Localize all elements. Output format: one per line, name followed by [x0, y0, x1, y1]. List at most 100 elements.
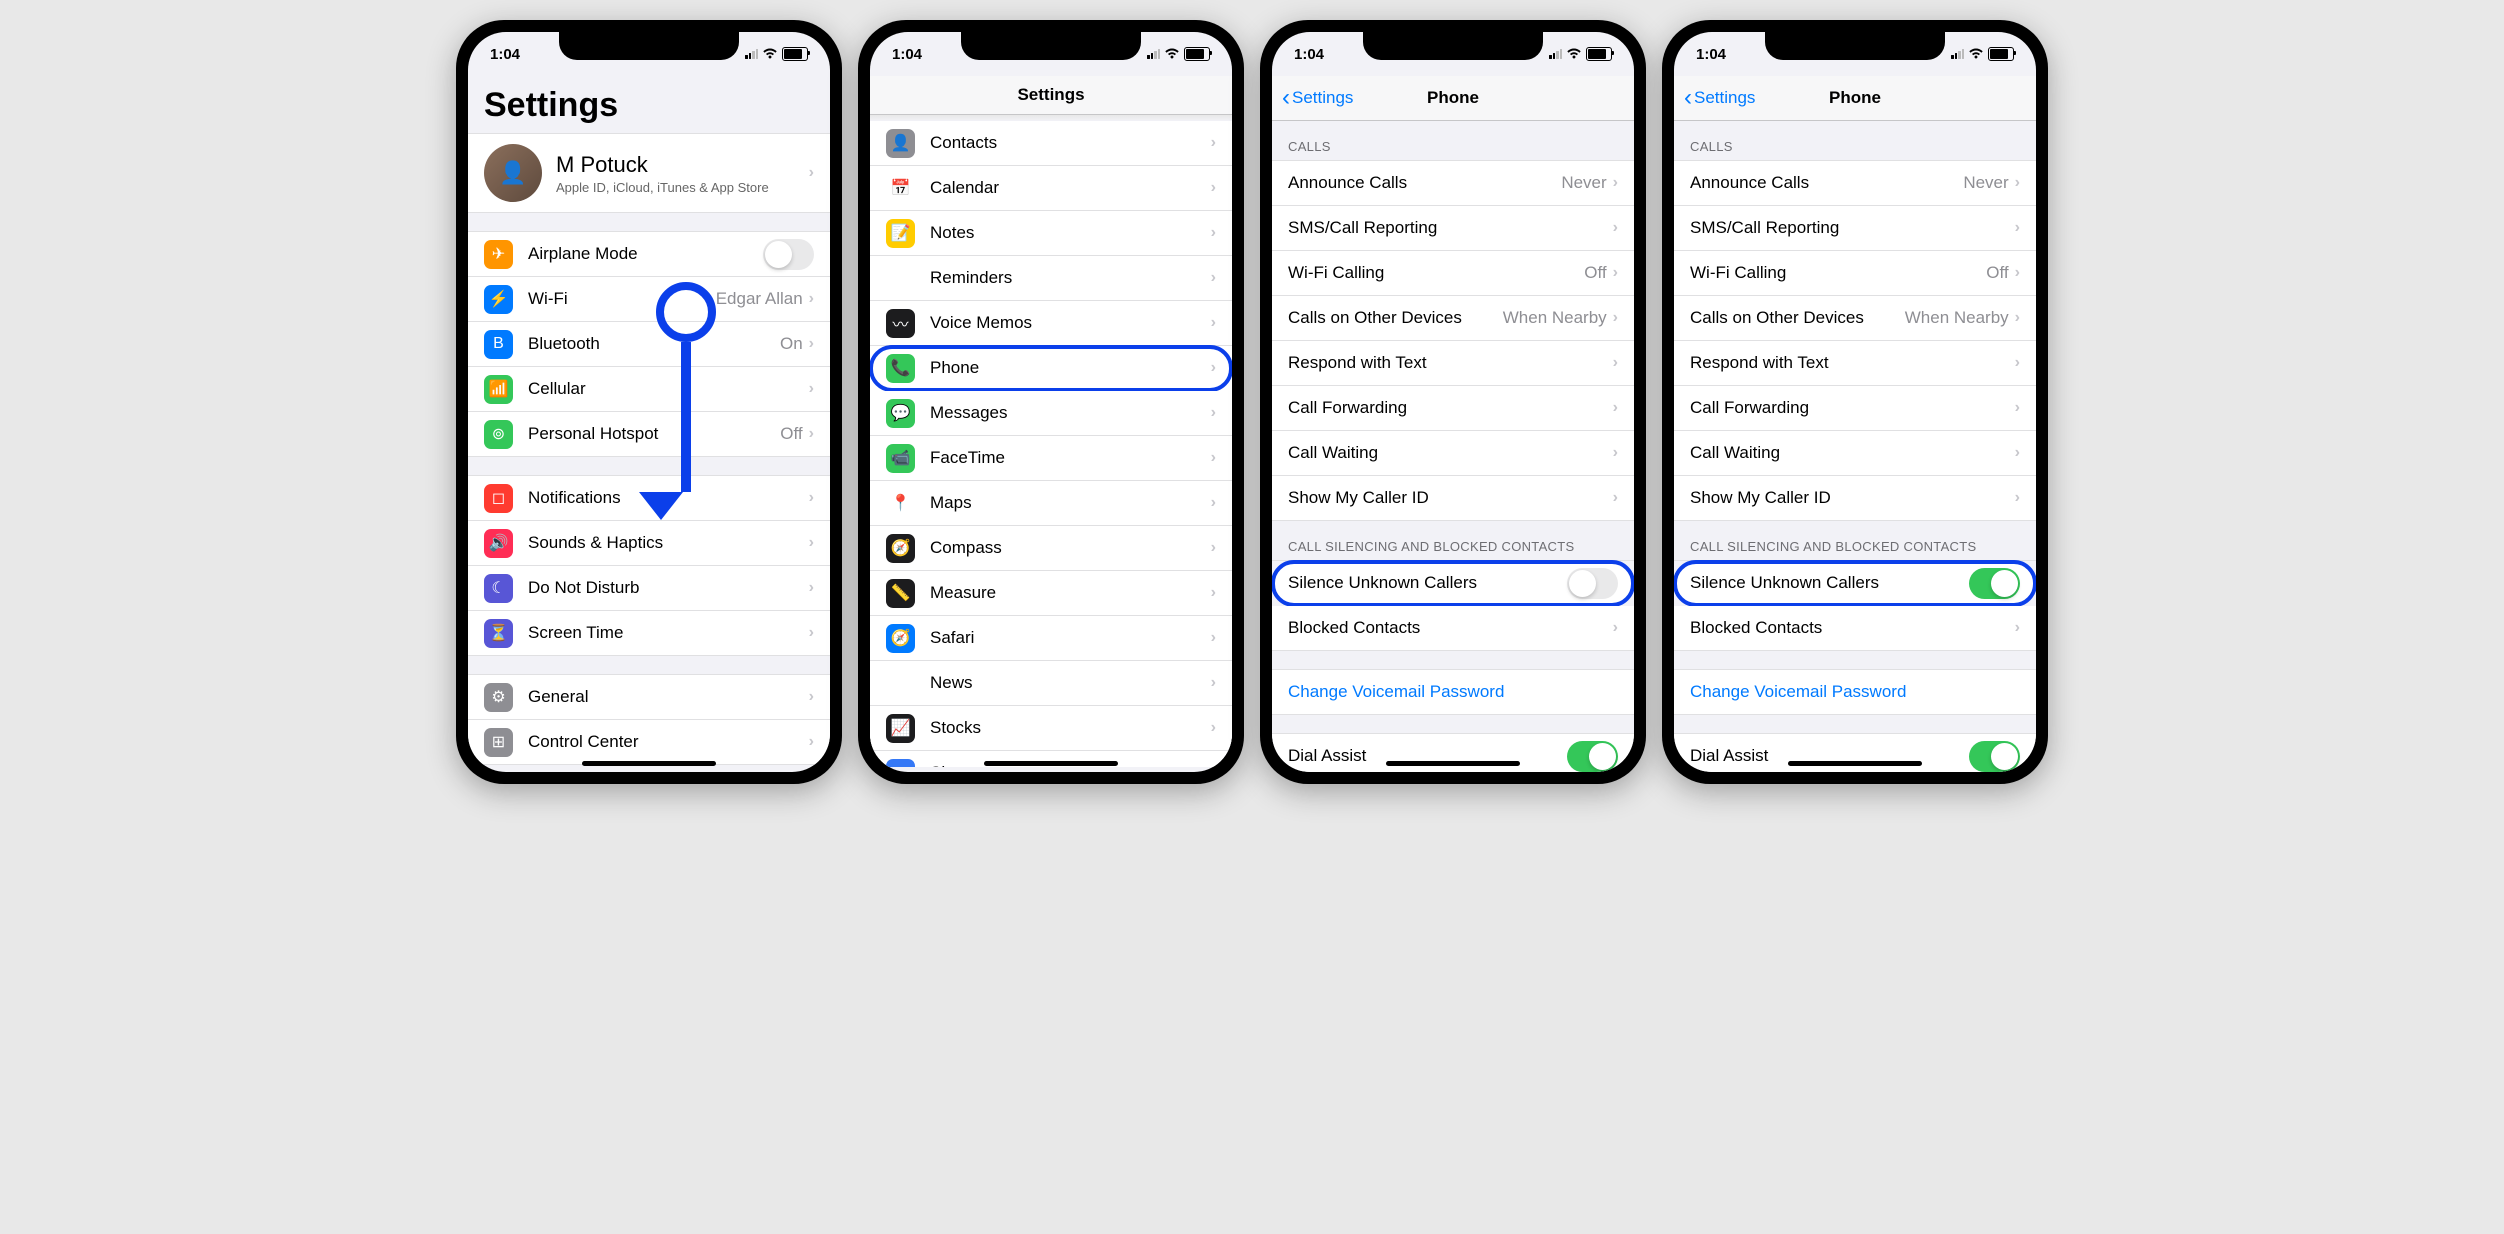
cell-sounds-haptics[interactable]: 🔊Sounds & Haptics›: [468, 521, 830, 566]
cell-personal-hotspot[interactable]: ⊚Personal HotspotOff›: [468, 412, 830, 456]
home-indicator[interactable]: [1788, 761, 1922, 766]
page-title: Settings: [468, 76, 830, 133]
cell-blocked-contacts[interactable]: Blocked Contacts ›: [1674, 606, 2036, 650]
toggle-silence-unknown-callers[interactable]: [1567, 568, 1618, 599]
cell-calls-on-other-devices[interactable]: Calls on Other DevicesWhen Nearby›: [1674, 296, 2036, 341]
cell-cellular[interactable]: 📶Cellular›: [468, 367, 830, 412]
chevron-right-icon: ›: [2015, 219, 2020, 237]
cell-news[interactable]: NNews›: [870, 661, 1232, 706]
nav-title: Phone: [1427, 88, 1479, 108]
cell-phone[interactable]: 📞Phone›: [870, 346, 1232, 391]
cell-label: Silence Unknown Callers: [1690, 573, 1969, 593]
cell-dial-assist[interactable]: Dial Assist: [1674, 734, 2036, 772]
hotspot-icon: ⊚: [484, 420, 513, 449]
cell-calendar[interactable]: 📅Calendar›: [870, 166, 1232, 211]
cell-call-forwarding[interactable]: Call Forwarding›: [1674, 386, 2036, 431]
cell-respond-with-text[interactable]: Respond with Text›: [1674, 341, 2036, 386]
chevron-right-icon: ›: [809, 164, 814, 182]
signal-icon: [1147, 49, 1160, 59]
chevron-right-icon: ›: [1211, 404, 1216, 422]
home-indicator[interactable]: [984, 761, 1118, 766]
cell-blocked-contacts[interactable]: Blocked Contacts ›: [1272, 606, 1634, 650]
shortcuts-icon: ◆: [886, 759, 915, 768]
cell-value: Off: [1584, 263, 1606, 283]
cell-calls-on-other-devices[interactable]: Calls on Other DevicesWhen Nearby›: [1272, 296, 1634, 341]
cell-dial-assist[interactable]: Dial Assist: [1272, 734, 1634, 772]
cell-label: Announce Calls: [1690, 173, 1963, 193]
cell-wi-fi-calling[interactable]: Wi-Fi CallingOff›: [1674, 251, 2036, 296]
toggle-dial-assist[interactable]: [1567, 741, 1618, 772]
toggle-airplane-mode[interactable]: [763, 239, 814, 270]
cell-do-not-disturb[interactable]: ☾Do Not Disturb›: [468, 566, 830, 611]
cell-call-waiting[interactable]: Call Waiting›: [1674, 431, 2036, 476]
back-button[interactable]: ‹Settings: [1684, 84, 1755, 112]
cell-label: Change Voicemail Password: [1690, 682, 2020, 702]
cell-compass[interactable]: 🧭Compass›: [870, 526, 1232, 571]
cell-wi-fi-calling[interactable]: Wi-Fi CallingOff›: [1272, 251, 1634, 296]
cell-call-forwarding[interactable]: Call Forwarding›: [1272, 386, 1634, 431]
cell-measure[interactable]: 📏Measure›: [870, 571, 1232, 616]
toggle-dial-assist[interactable]: [1969, 741, 2020, 772]
cell-label: Notes: [930, 223, 1211, 243]
cell-label: Wi-Fi Calling: [1690, 263, 1986, 283]
phone-frame-1: 1:04 Settings 👤 M Potuck Apple ID, iClou…: [456, 20, 842, 784]
chevron-right-icon: ›: [1211, 269, 1216, 287]
safari-icon: 🧭: [886, 624, 915, 653]
cell-silence-unknown-callers[interactable]: Silence Unknown Callers: [1272, 561, 1634, 606]
cell-facetime[interactable]: 📹FaceTime›: [870, 436, 1232, 481]
toggle-silence-unknown-callers[interactable]: [1969, 568, 2020, 599]
chevron-right-icon: ›: [1211, 494, 1216, 512]
cell-airplane-mode[interactable]: ✈Airplane Mode: [468, 232, 830, 277]
back-button[interactable]: ‹Settings: [1282, 84, 1353, 112]
home-indicator[interactable]: [582, 761, 716, 766]
reminders-icon: ✓: [886, 264, 915, 293]
cell-control-center[interactable]: ⊞Control Center›: [468, 720, 830, 764]
cell-show-my-caller-id[interactable]: Show My Caller ID›: [1674, 476, 2036, 520]
chevron-right-icon: ›: [1211, 314, 1216, 332]
cell-call-waiting[interactable]: Call Waiting›: [1272, 431, 1634, 476]
cell-safari[interactable]: 🧭Safari›: [870, 616, 1232, 661]
cell-announce-calls[interactable]: Announce CallsNever›: [1674, 161, 2036, 206]
chevron-right-icon: ›: [809, 335, 814, 353]
cell-voice-memos[interactable]: 〰 Voice Memos›: [870, 301, 1232, 346]
cell-maps[interactable]: 📍Maps›: [870, 481, 1232, 526]
chevron-right-icon: ›: [1613, 354, 1618, 372]
cell-screen-time[interactable]: ⏳Screen Time›: [468, 611, 830, 655]
chevron-right-icon: ›: [2015, 174, 2020, 192]
cell-contacts[interactable]: 👤Contacts›: [870, 121, 1232, 166]
voicememos-icon: 〰: [886, 309, 915, 338]
cell-wi-fi[interactable]: ⚡Wi-FiEdgar Allan›: [468, 277, 830, 322]
messages-icon: 💬: [886, 399, 915, 428]
profile-cell[interactable]: 👤 M Potuck Apple ID, iCloud, iTunes & Ap…: [468, 134, 830, 212]
cell-general[interactable]: ⚙General›: [468, 675, 830, 720]
notif-icon: ◻: [484, 484, 513, 513]
cell-change-voicemail-password[interactable]: Change Voicemail Password: [1272, 670, 1634, 714]
chevron-right-icon: ›: [1211, 674, 1216, 692]
cell-notes[interactable]: 📝Notes›: [870, 211, 1232, 256]
sounds-icon: 🔊: [484, 529, 513, 558]
cell-respond-with-text[interactable]: Respond with Text›: [1272, 341, 1634, 386]
cell-label: SMS/Call Reporting: [1288, 218, 1613, 238]
cell-change-voicemail-password[interactable]: Change Voicemail Password: [1674, 670, 2036, 714]
cell-bluetooth[interactable]: BBluetoothOn›: [468, 322, 830, 367]
measure-icon: 📏: [886, 579, 915, 608]
time: 1:04: [490, 46, 520, 63]
avatar: 👤: [484, 144, 542, 202]
back-label: Settings: [1292, 88, 1353, 108]
home-indicator[interactable]: [1386, 761, 1520, 766]
cell-messages[interactable]: 💬Messages›: [870, 391, 1232, 436]
cell-label: Voice Memos: [930, 313, 1211, 333]
phone-frame-3: 1:04 ‹Settings Phone CALLS Announce Call…: [1260, 20, 1646, 784]
battery-icon: [1184, 47, 1210, 61]
cell-sms-call-reporting[interactable]: SMS/Call Reporting›: [1674, 206, 2036, 251]
cell-reminders[interactable]: ✓Reminders›: [870, 256, 1232, 301]
cell-label: Blocked Contacts: [1690, 618, 2015, 638]
cell-label: Compass: [930, 538, 1211, 558]
cell-label: Wi-Fi Calling: [1288, 263, 1584, 283]
cell-stocks[interactable]: 📈Stocks›: [870, 706, 1232, 751]
cell-announce-calls[interactable]: Announce CallsNever›: [1272, 161, 1634, 206]
cell-show-my-caller-id[interactable]: Show My Caller ID›: [1272, 476, 1634, 520]
cell-silence-unknown-callers[interactable]: Silence Unknown Callers: [1674, 561, 2036, 606]
chevron-right-icon: ›: [1211, 539, 1216, 557]
cell-sms-call-reporting[interactable]: SMS/Call Reporting›: [1272, 206, 1634, 251]
